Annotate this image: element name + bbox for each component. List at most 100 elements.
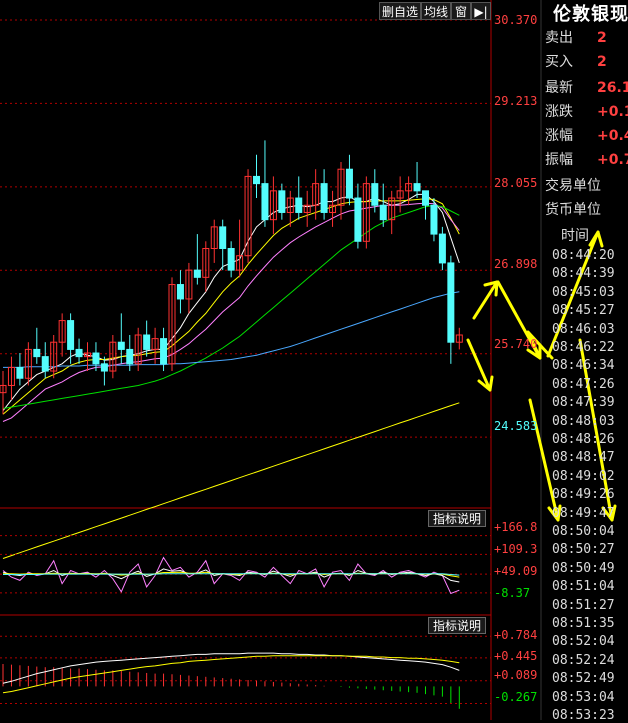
- tick-time: 08:51:04: [552, 579, 615, 595]
- quote-label: 交易单位: [545, 178, 601, 194]
- quote-value: +0.4: [597, 128, 628, 144]
- quote-row-ask: 卖出 2: [541, 26, 628, 50]
- time-header: 时间: [561, 228, 589, 244]
- indicator-tick: +49.09: [494, 564, 538, 578]
- quote-value: +0.1: [597, 104, 628, 120]
- candle-body: [16, 366, 24, 379]
- tick-time: 08:45:03: [552, 284, 615, 300]
- quote-row-trade-unit: 交易单位: [541, 174, 628, 198]
- quote-label: 涨幅: [545, 128, 573, 144]
- instrument-title: 伦敦银现: [553, 4, 628, 25]
- indicator-line: [2, 556, 460, 595]
- moving-average-line: [2, 193, 460, 412]
- candle-body: [447, 262, 455, 343]
- moving-average-button[interactable]: 均线: [421, 2, 451, 20]
- tick-time: 08:51:27: [552, 597, 615, 613]
- candle-body: [227, 248, 235, 271]
- candle-body: [261, 183, 269, 221]
- tick-time: 08:53:04: [552, 689, 615, 705]
- indicator-tick: -8.37: [494, 586, 531, 600]
- candle-body: [345, 168, 353, 199]
- chart-canvas: [0, 0, 617, 720]
- indicator-line: [2, 655, 460, 694]
- tick-time: 08:47:26: [552, 376, 615, 392]
- quote-label: 货币单位: [545, 202, 601, 218]
- candle-body: [354, 197, 362, 242]
- tick-time: 08:52:24: [552, 652, 615, 668]
- candle-body: [143, 334, 151, 350]
- quote-panel: 伦敦银现 卖出 2 买入 2 最新 26.1 涨跌 +0.1 涨幅 +0.4 振幅 +0.7…: [541, 0, 628, 723]
- candle-body: [92, 352, 100, 365]
- candle-body: [278, 190, 286, 213]
- tick-time: 08:50:27: [552, 542, 615, 558]
- tick-time: 08:44:20: [552, 248, 615, 263]
- candle-body: [413, 183, 421, 192]
- candle-body: [75, 348, 83, 358]
- tick-time: 08:45:27: [552, 303, 615, 319]
- tick-time: 08:50:04: [552, 524, 615, 539]
- indicator-help-button[interactable]: 指标说明: [428, 510, 486, 527]
- tick-time: 08:46:34: [552, 358, 615, 374]
- moving-average-line: [2, 204, 460, 409]
- window-button[interactable]: 窗: [451, 2, 471, 20]
- indicator-tick: +166.8: [494, 520, 538, 534]
- quote-row-change-pct: 涨幅 +0.4: [541, 124, 628, 148]
- tick-time: 08:53:23: [552, 708, 615, 723]
- candle-body: [126, 348, 134, 365]
- candle-body: [67, 320, 75, 350]
- indicator-tick: +0.445: [494, 649, 538, 663]
- tick-time: 08:48:47: [552, 450, 615, 466]
- candle-body: [438, 233, 446, 264]
- quote-label: 买入: [545, 54, 573, 70]
- tick-time: 08:49:02: [552, 468, 615, 484]
- annotation-arrow: [466, 338, 494, 392]
- annotation-arrow: [472, 280, 499, 320]
- quote-value: 2: [597, 54, 607, 70]
- indicator-help-button[interactable]: 指标说明: [428, 617, 486, 634]
- quote-value: +0.7: [597, 152, 628, 168]
- tick-time: 08:46:03: [552, 321, 615, 337]
- candle-body: [422, 190, 429, 206]
- tick-time: 08:47:39: [552, 395, 615, 411]
- quote-row-bid: 买入 2: [541, 50, 628, 74]
- candle-body: [320, 183, 328, 213]
- tick-time: 08:50:49: [552, 560, 615, 576]
- candle-body: [219, 226, 227, 250]
- quote-label: 振幅: [545, 152, 573, 168]
- candle-body: [117, 341, 125, 350]
- quote-value: 26.1: [597, 80, 628, 96]
- tick-time: 08:48:03: [552, 413, 615, 429]
- candle-body: [100, 363, 108, 372]
- quote-row-last: 最新 26.1: [541, 76, 628, 100]
- price-tick: 28.055: [494, 176, 538, 190]
- delete-watchlist-button[interactable]: 删自选: [379, 2, 421, 20]
- quote-row-change: 涨跌 +0.1: [541, 100, 628, 124]
- tick-time: 08:49:26: [552, 487, 615, 503]
- tick-time: 08:48:26: [552, 432, 615, 447]
- tick-time: 08:46:22: [552, 340, 615, 355]
- quote-label: 涨跌: [545, 104, 573, 120]
- play-arrow-icon[interactable]: ▶|: [471, 2, 491, 20]
- quote-label: 最新: [545, 80, 573, 96]
- price-tick: 29.213: [494, 94, 538, 108]
- indicator-tick: +0.089: [494, 668, 538, 682]
- candle-body: [41, 356, 49, 372]
- price-tick: 25.740: [494, 337, 538, 351]
- quote-row-amplitude: 振幅 +0.7: [541, 148, 628, 172]
- indicator-tick: +0.784: [494, 628, 538, 642]
- quote-row-currency: 货币单位: [541, 198, 628, 222]
- tick-time: 08:44:39: [552, 266, 615, 282]
- moving-average-line: [2, 198, 460, 415]
- price-tick: 26.898: [494, 257, 538, 271]
- tick-time: 08:52:04: [552, 634, 615, 650]
- indicator-tick: +109.3: [494, 542, 538, 556]
- candle-body: [295, 197, 303, 213]
- candle-body: [176, 284, 184, 300]
- tick-time: 08:52:49: [552, 671, 615, 687]
- candle-body: [253, 175, 260, 185]
- indicator-tick: -0.267: [494, 690, 538, 704]
- candle-body: [430, 204, 438, 235]
- candle-body: [379, 204, 387, 221]
- tick-time: 08:49:47: [552, 505, 615, 521]
- candle-body: [371, 183, 379, 206]
